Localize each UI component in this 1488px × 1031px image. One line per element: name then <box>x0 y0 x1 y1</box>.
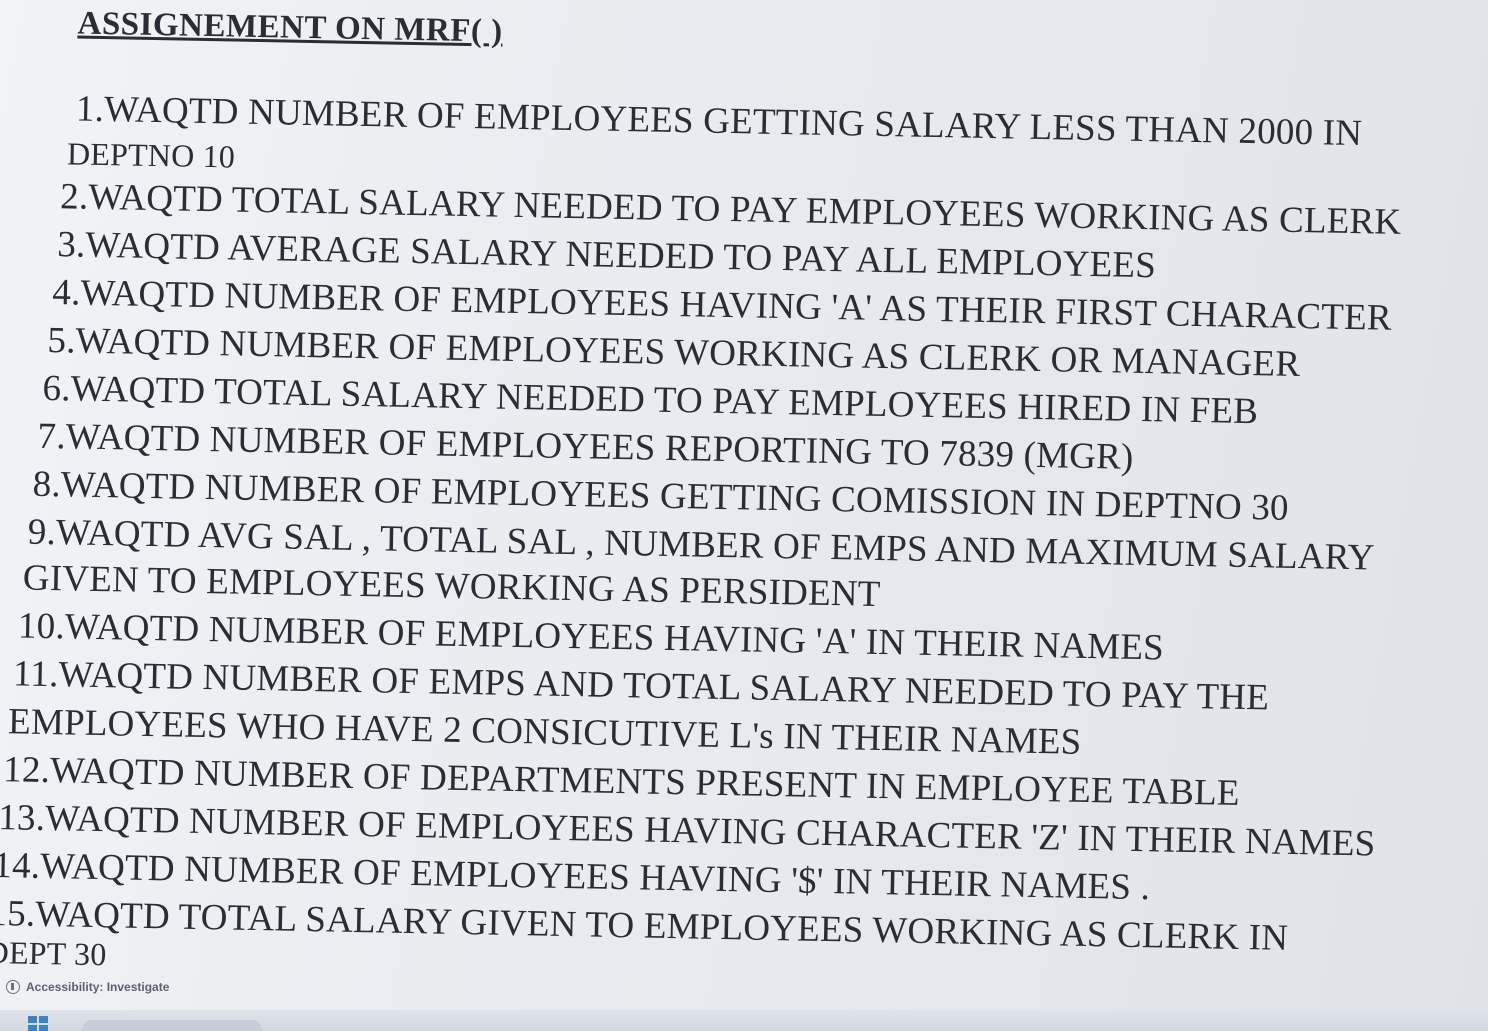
screen: ASSIGNEMENT ON MRF( ) 1.WAQTD NUMBER OF … <box>0 0 1488 1031</box>
question-line-1: 1.WAQTD NUMBER OF EMPLOYEES GETTING SALA… <box>75 88 1363 155</box>
taskbar-search[interactable] <box>82 1020 262 1031</box>
question-line-1-cont: DEPTNO 10 <box>66 135 236 175</box>
accessibility-label: Accessibility: Investigate <box>26 980 170 994</box>
accessibility-icon <box>6 980 20 994</box>
status-bar: Accessibility: Investigate <box>6 976 169 998</box>
document-page[interactable]: ASSIGNEMENT ON MRF( ) 1.WAQTD NUMBER OF … <box>0 0 1488 1031</box>
document-title: ASSIGNEMENT ON MRF( ) <box>77 5 504 50</box>
accessibility-status[interactable]: Accessibility: Investigate <box>6 980 169 994</box>
question-line-15-cont: DEPT 30 <box>0 933 107 973</box>
taskbar <box>0 1010 1488 1031</box>
windows-start-icon[interactable] <box>28 1016 48 1031</box>
